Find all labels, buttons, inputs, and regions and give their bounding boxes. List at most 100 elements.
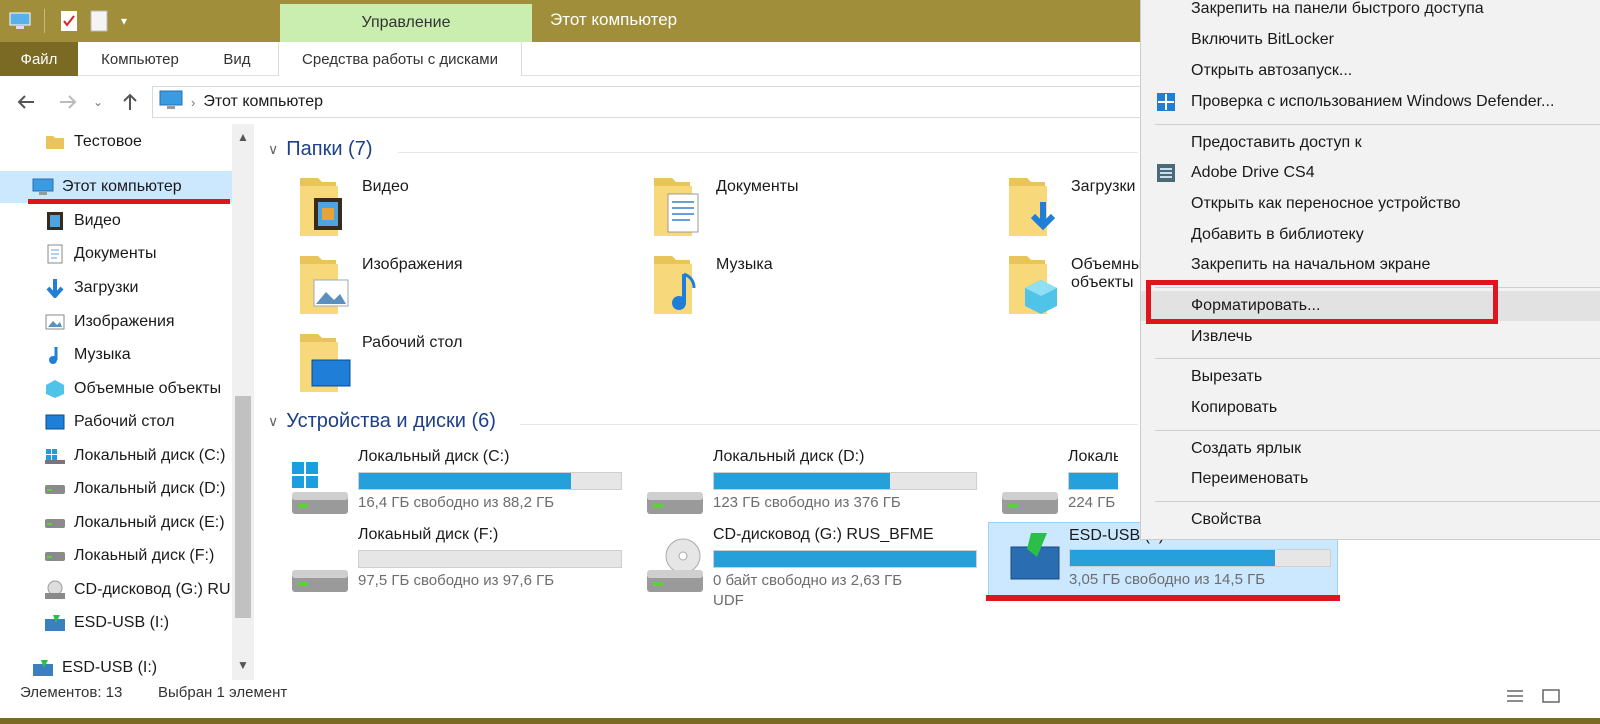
sidebar-item[interactable]: CD-дисковод (G:) RU xyxy=(0,574,232,606)
address-bar[interactable]: › Этот компьютер xyxy=(152,86,1142,118)
up-arrow-icon xyxy=(123,93,137,110)
context-menu-item[interactable]: Переименовать xyxy=(1141,464,1600,494)
drive-item[interactable]: Локальный диск (E:) 224 ГБ свободно из ..… xyxy=(998,448,1118,524)
sidebar-item[interactable]: Локальный диск (E:) xyxy=(0,507,232,539)
new-folder-icon[interactable] xyxy=(87,9,111,33)
recent-locations-chevron-icon[interactable]: ⌄ xyxy=(88,88,108,116)
scroll-down-icon[interactable]: ▼ xyxy=(232,654,254,676)
sidebar-item[interactable]: Видео xyxy=(0,205,232,237)
drive-item[interactable]: Локальный диск (D:) 123 ГБ свободно из 37… xyxy=(643,448,993,524)
music-icon xyxy=(44,344,66,366)
drive-usage-fill xyxy=(1070,550,1276,566)
sidebar-item[interactable]: Локальный диск (C:) xyxy=(0,440,232,472)
context-menu: Закрепить на панели быстрого доступа Вклю… xyxy=(1140,0,1600,540)
sidebar-item[interactable]: Документы xyxy=(0,238,232,270)
sidebar-item[interactable]: Объемные объекты xyxy=(0,373,232,405)
sidebar-item[interactable]: Загрузки xyxy=(0,272,232,304)
sidebar-item-label: Локальный диск (C:) xyxy=(74,447,226,464)
tab-file[interactable]: Файл xyxy=(0,42,78,76)
context-menu-item[interactable]: Добавить в библиотеку xyxy=(1141,220,1600,250)
scrollbar-thumb[interactable] xyxy=(235,396,251,618)
sidebar-item[interactable]: Рабочий стол xyxy=(0,406,232,438)
folder-label: Документы xyxy=(716,178,799,195)
context-menu-label: Копировать xyxy=(1191,399,1278,416)
context-menu-label: Закрепить на панели быстрого доступа xyxy=(1191,0,1484,17)
scroll-up-icon[interactable]: ▲ xyxy=(232,126,254,148)
details-view-icon[interactable] xyxy=(1504,686,1526,706)
customize-dropdown-icon[interactable]: ▾ xyxy=(117,9,131,33)
context-menu-label: Вырезать xyxy=(1191,368,1263,385)
tab-drive-tools[interactable]: Средства работы с дисками xyxy=(278,42,522,76)
context-menu-item[interactable]: Закрепить на начальном экране xyxy=(1141,250,1600,280)
drive-free-space: 3,05 ГБ свободно из 14,5 ГБ xyxy=(1069,571,1266,588)
drive-free-space: 123 ГБ свободно из 376 ГБ xyxy=(713,494,901,511)
context-menu-item[interactable]: Предоставить доступ к xyxy=(1141,128,1600,158)
item-count: Элементов: 13 xyxy=(20,684,123,701)
folder-item[interactable]: Музыка xyxy=(650,250,980,322)
context-menu-item[interactable]: Создать ярлык xyxy=(1141,434,1600,464)
folder-label: Объемные объекты xyxy=(1071,256,1140,291)
sidebar-scrollbar[interactable]: ▲ ▼ xyxy=(232,124,254,680)
context-menu-item[interactable]: Adobe Drive CS4 xyxy=(1141,158,1600,188)
cd-drive-icon xyxy=(643,536,707,596)
drive-item[interactable]: CD-дисковод (G:) RUS_BFME 0 байт свободно… xyxy=(643,526,993,609)
folders-group-header[interactable]: ∨ Папки (7) xyxy=(268,138,373,161)
context-menu-item[interactable]: Включить BitLocker xyxy=(1141,25,1600,55)
forward-button[interactable] xyxy=(54,88,82,116)
folder-item[interactable]: Объемные объекты xyxy=(1005,250,1140,322)
properties-icon[interactable] xyxy=(57,9,81,33)
tab-computer[interactable]: Компьютер xyxy=(84,42,196,76)
folder-item[interactable]: Видео xyxy=(296,172,626,244)
context-menu-label: Открыть автозапуск... xyxy=(1191,62,1353,79)
drive-item[interactable]: Локальный диск (C:) 16,4 ГБ свободно из 8… xyxy=(288,448,638,524)
context-menu-item[interactable]: Свойства xyxy=(1141,505,1600,535)
drive-icon xyxy=(643,458,707,518)
drive-filesystem: UDF xyxy=(713,592,744,609)
sidebar-item[interactable]: Музыка xyxy=(0,339,232,371)
folder-label: Загрузки xyxy=(1071,178,1136,195)
folder-item[interactable]: Загрузки xyxy=(1005,172,1140,244)
drive-item[interactable]: Локаьный диск (F:) 97,5 ГБ свободно из 97… xyxy=(288,526,638,602)
context-menu-label: Извлечь xyxy=(1191,328,1253,345)
breadcrumb[interactable]: Этот компьютер xyxy=(203,93,323,111)
drive-icon xyxy=(44,512,66,534)
sidebar-item[interactable]: ESD-USB (I:) xyxy=(0,652,232,680)
sidebar-item[interactable]: ESD-USB (I:) xyxy=(0,607,232,639)
sidebar-item-label: Музыка xyxy=(74,346,131,363)
folder-item[interactable]: Изображения xyxy=(296,250,626,322)
back-button[interactable] xyxy=(12,88,40,116)
drive-name: CD-дисковод (G:) RUS_BFME xyxy=(713,526,934,543)
3d-objects-folder-icon xyxy=(1005,250,1067,322)
sidebar-item-label: Объемные объекты xyxy=(74,380,222,397)
sidebar-item-label: Рабочий стол xyxy=(74,413,175,430)
large-icons-view-icon[interactable] xyxy=(1540,686,1562,706)
breadcrumb-separator-icon: › xyxy=(191,94,196,110)
sidebar-item-label: Изображения xyxy=(74,313,175,330)
context-menu-item[interactable]: Вырезать xyxy=(1141,362,1600,392)
downloads-icon xyxy=(44,277,66,299)
context-menu-item[interactable]: Проверка с использованием Windows Defend… xyxy=(1141,87,1600,117)
drive-free-space: 97,5 ГБ свободно из 97,6 ГБ xyxy=(358,572,555,589)
folder-item[interactable]: Рабочий стол xyxy=(296,328,626,400)
tab-view[interactable]: Вид xyxy=(206,42,268,76)
desktop-icon xyxy=(44,411,66,433)
up-button[interactable] xyxy=(116,88,144,116)
drives-group-header[interactable]: ∨ Устройства и диски (6) xyxy=(268,410,496,433)
sidebar-item-label: Загрузки xyxy=(74,279,139,296)
context-menu-item[interactable]: Открыть автозапуск... xyxy=(1141,56,1600,86)
context-menu-item[interactable]: Извлечь xyxy=(1141,322,1600,352)
sidebar-item[interactable]: Локаьный диск (F:) xyxy=(0,540,232,572)
sidebar-item[interactable]: Локальный диск (D:) xyxy=(0,473,232,505)
drive-usage-bar xyxy=(358,472,622,490)
context-menu-item[interactable]: Копировать xyxy=(1141,393,1600,423)
sidebar-item-label: ESD-USB (I:) xyxy=(62,659,158,676)
usb-drive-icon xyxy=(44,612,66,634)
window-border xyxy=(0,718,1600,724)
context-menu-item[interactable]: Открыть как переносное устройство xyxy=(1141,189,1600,219)
context-menu-item[interactable]: Закрепить на панели быстрого доступа xyxy=(1141,0,1600,24)
sidebar-item[interactable]: Изображения xyxy=(0,306,232,338)
pictures-folder-icon xyxy=(296,250,358,322)
sidebar-item[interactable]: Тестовое xyxy=(0,126,232,158)
folder-item[interactable]: Документы xyxy=(650,172,980,244)
computer-icon[interactable] xyxy=(8,9,32,33)
